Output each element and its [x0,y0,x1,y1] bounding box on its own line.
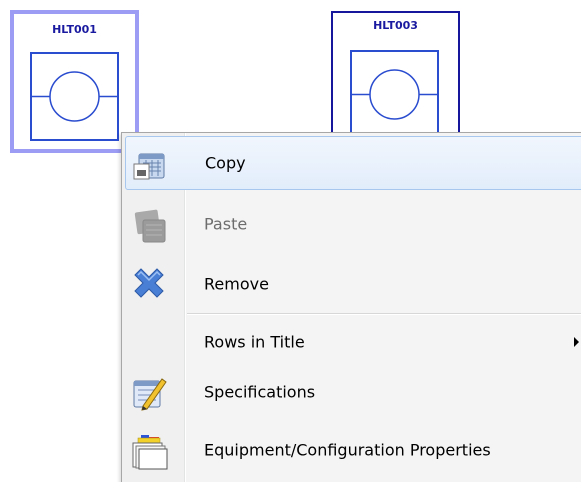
menu-item-specifications[interactable]: Specifications [125,365,581,419]
menu-item-label: Remove [204,274,269,294]
remove-icon [134,268,164,298]
equipment-hlt001[interactable]: HLT001 [10,10,139,153]
tank-symbol [30,52,119,141]
equipment-title: HLT001 [52,23,97,36]
properties-icon [132,435,168,470]
submenu-arrow-icon [574,337,579,347]
menu-item-label: Specifications [204,382,316,402]
menu-item-equipment-configuration-properties[interactable]: Equipment/Configuration Properties [125,423,581,477]
menu-item-paste[interactable]: Paste [125,197,581,251]
equipment-hlt003[interactable]: HLT003 [331,11,460,139]
menu-item-label: Rows in Title [204,332,305,352]
menu-item-copy[interactable]: Copy [125,136,581,190]
context-menu: Copy Paste Remove Rows in Title Specific… [121,132,581,482]
specifications-icon [133,378,167,411]
menu-item-remove[interactable]: Remove [125,257,581,311]
menu-item-label: Paste [204,214,248,234]
paste-icon [134,209,166,243]
tank-symbol [350,50,439,139]
tank-circle-icon [32,71,117,122]
tank-circle-icon [352,69,437,120]
menu-item-rows-in-title[interactable]: Rows in Title [125,315,581,369]
menu-item-label: Copy [205,153,246,173]
equipment-title: HLT003 [373,19,418,32]
menu-item-label: Equipment/Configuration Properties [204,440,491,460]
copy-icon [133,153,165,180]
